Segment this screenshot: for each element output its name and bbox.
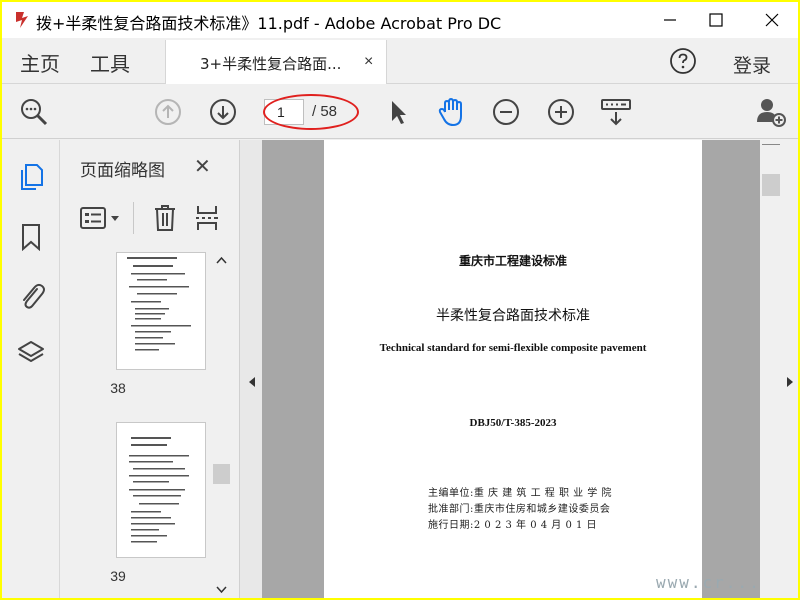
help-icon[interactable] (669, 47, 697, 75)
panel-close-button[interactable]: ✕ (194, 154, 211, 179)
minimize-icon (664, 19, 676, 21)
attachments-button[interactable] (16, 280, 46, 310)
toolbar: 1 / 58 (2, 85, 798, 139)
document-scrollbar[interactable] (760, 140, 782, 598)
tab-bar: 主页 工具 3+半柔性复合路面... × 登录 (2, 38, 798, 84)
tab-document[interactable]: 3+半柔性复合路面... × (165, 40, 387, 84)
bookmark-icon (22, 224, 40, 251)
layers-icon (18, 341, 44, 362)
next-page-button[interactable] (207, 96, 239, 128)
page-title-en: Technical standard for semi-flexible com… (379, 342, 647, 354)
pdf-page: 重庆市工程建设标准 半柔性复合路面技术标准 Technical standard… (324, 140, 702, 598)
login-button[interactable]: 登录 (733, 51, 771, 78)
keyboard-scroll-icon (601, 99, 631, 126)
zoom-out-icon (493, 99, 519, 125)
annotation-ellipse (263, 94, 359, 130)
hand-tool-button[interactable] (436, 96, 468, 128)
paperclip-icon (23, 283, 45, 309)
search-zoom-icon (21, 99, 48, 126)
page-org-heading: 重庆市工程建设标准 (458, 254, 567, 268)
zoom-in-icon (548, 99, 574, 125)
maximize-button[interactable] (690, 2, 742, 38)
window-title: 拨+半柔性复合路面技术标准》11.pdf - Adobe Acrobat Pro… (36, 14, 502, 33)
thumbnail-scroll-thumb[interactable] (213, 464, 230, 484)
page-editor: 主编单位:重 庆 建 筑 工 程 职 业 学 院 (428, 488, 612, 499)
cursor-arrow-icon (392, 101, 406, 124)
tab-home[interactable]: 主页 (20, 48, 60, 77)
scroll-top-marker (762, 144, 780, 154)
page-effective-date: 施行日期:2 0 2 3 年 0 4 月 0 1 日 (428, 520, 598, 531)
page-approver: 批准部门:重庆市住房和城乡建设委员会 (428, 504, 611, 515)
thumbnail-label-39: 39 (110, 568, 126, 584)
tab-tools[interactable]: 工具 (90, 48, 130, 77)
acrobat-window: 拨+半柔性复合路面技术标准》11.pdf - Adobe Acrobat Pro… (2, 2, 798, 598)
panel-title: 页面缩略图 (80, 161, 165, 181)
thumbnail-page-39[interactable] (116, 422, 206, 558)
document-scroll-thumb[interactable] (762, 174, 780, 196)
insert-page-icon[interactable] (194, 204, 220, 232)
page-shadow-left (262, 140, 324, 598)
thumbnail-page-39-content (129, 437, 189, 543)
bookmarks-button[interactable] (16, 222, 46, 252)
thumbnail-page-38[interactable] (116, 252, 206, 370)
scroll-up-icon[interactable] (216, 256, 227, 264)
title-bar: 拨+半柔性复合路面技术标准》11.pdf - Adobe Acrobat Pro… (2, 2, 798, 38)
close-icon (765, 13, 779, 27)
arrow-down-circle-icon (210, 99, 236, 125)
search-button[interactable] (18, 96, 50, 128)
document-viewport[interactable]: 重庆市工程建设标准 半柔性复合路面技术标准 Technical standard… (240, 140, 760, 598)
thumbnail-list: 38 39 (60, 250, 232, 598)
trash-icon[interactable] (153, 204, 177, 232)
document-tab-label: 3+半柔性复合路面... (200, 55, 342, 73)
thumbnail-label-38: 38 (110, 380, 126, 396)
app-logo-icon (13, 9, 35, 31)
keyboard-scroll-button[interactable] (600, 96, 632, 128)
collapse-left-arrow-icon[interactable] (248, 376, 256, 388)
page-shadow-right (702, 140, 760, 598)
toolbar-divider (133, 202, 134, 234)
document-tab-close-button[interactable]: × (364, 53, 373, 71)
right-pane-edge (782, 140, 798, 598)
page-code: DBJ50/T-385-2023 (469, 417, 557, 429)
watermark: www.cr... (656, 573, 761, 592)
zoom-out-button[interactable] (490, 96, 522, 128)
layers-button[interactable] (16, 338, 46, 368)
select-tool-button[interactable] (382, 96, 414, 128)
page-thumbnails-button[interactable] (16, 162, 46, 192)
thumbnail-options-icon[interactable] (80, 206, 122, 230)
pages-icon (21, 164, 43, 190)
thumbnail-page-38-content (127, 257, 191, 351)
minimize-button[interactable] (644, 2, 696, 38)
panel-toolbar (60, 198, 240, 238)
zoom-in-button[interactable] (545, 96, 577, 128)
maximize-icon (709, 13, 723, 27)
add-user-icon (757, 99, 786, 127)
share-user-button[interactable] (755, 96, 787, 128)
scroll-down-icon[interactable] (216, 586, 227, 594)
navigation-rail (2, 140, 60, 598)
hand-icon (438, 98, 462, 126)
collapse-right-arrow-icon[interactable] (786, 376, 794, 388)
close-window-button[interactable] (746, 2, 798, 38)
arrow-up-circle-icon (155, 99, 181, 125)
thumbnails-panel: 页面缩略图 ✕ 38 39 (60, 140, 240, 598)
page-title-cn: 半柔性复合路面技术标准 (436, 308, 590, 324)
previous-page-button[interactable] (152, 96, 184, 128)
thumbnail-scrollbar[interactable] (213, 252, 230, 598)
